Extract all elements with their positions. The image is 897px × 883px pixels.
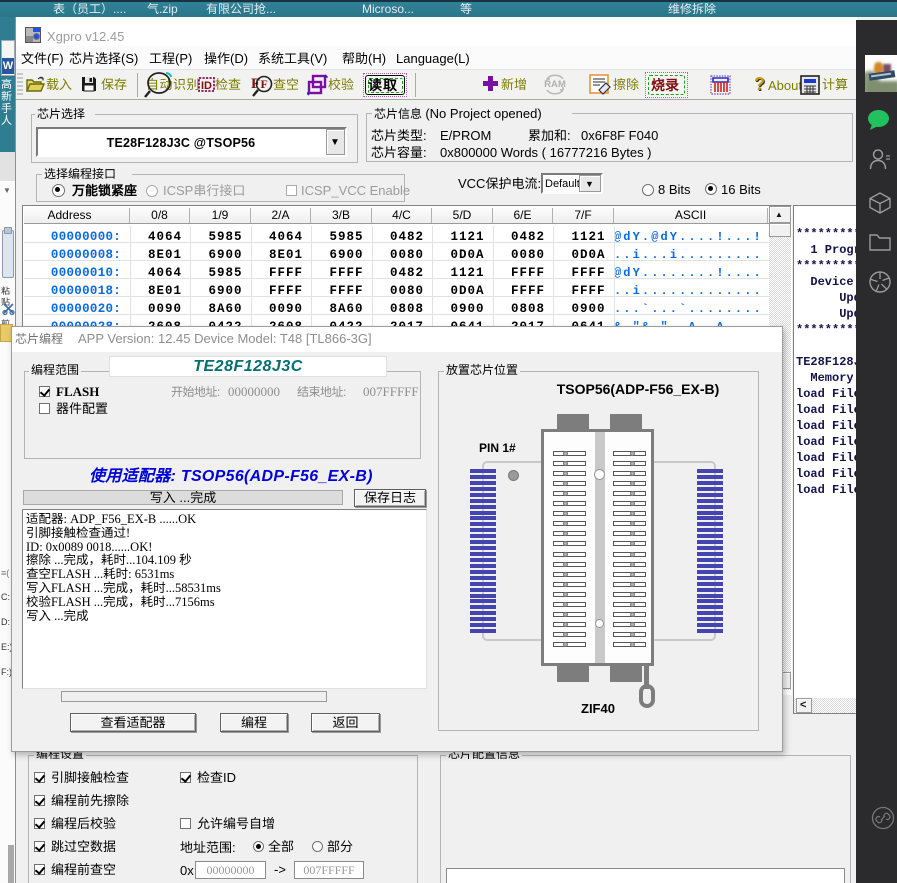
svg-text:ID: ID: [201, 80, 212, 92]
svg-text:F: F: [261, 77, 268, 91]
